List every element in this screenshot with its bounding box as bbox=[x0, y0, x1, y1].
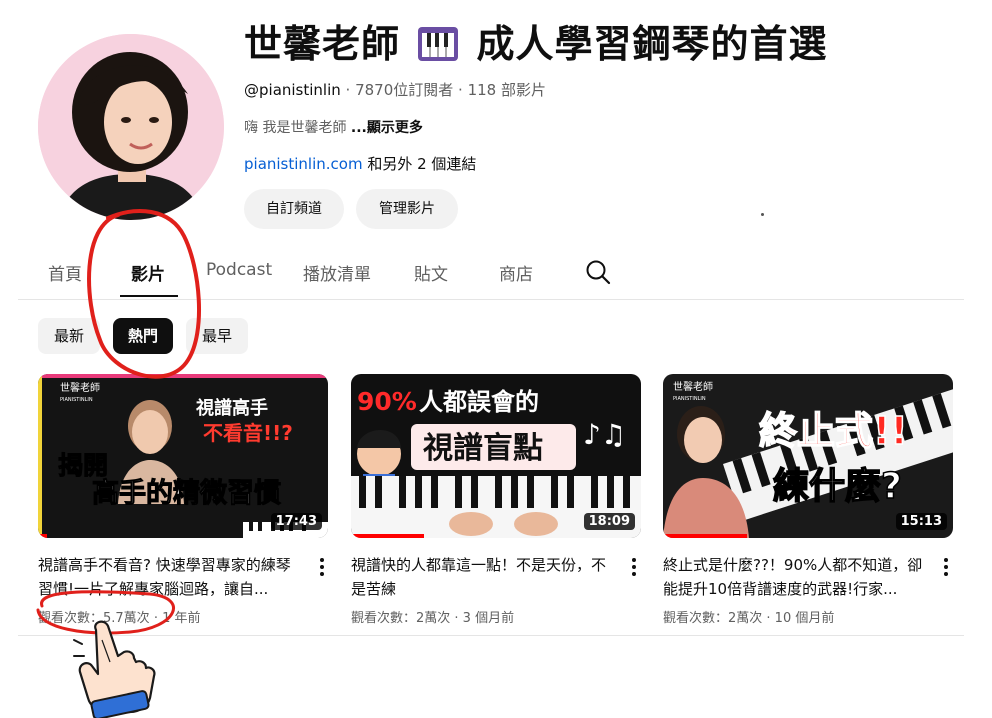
video-duration: 15:13 bbox=[895, 513, 947, 530]
watch-progress-bar bbox=[351, 534, 424, 538]
watch-progress-bar bbox=[663, 534, 748, 538]
video-meta: 觀看次數：2萬次 · 10 個月前 bbox=[663, 607, 834, 626]
channel-website-link[interactable]: pianistinlin.com bbox=[244, 155, 363, 173]
svg-text:♪♫: ♪♫ bbox=[583, 418, 626, 451]
video-thumbnail[interactable]: 世馨老師 PIANISTINLIN 終止式!! 練什麼? 15:13 bbox=[663, 374, 953, 538]
thumb-line1-pct: 90% bbox=[357, 387, 417, 416]
more-links-label[interactable]: 和另外 2 個連結 bbox=[363, 155, 476, 173]
show-more-link[interactable]: ...顯示更多 bbox=[351, 120, 423, 136]
video-duration: 17:43 bbox=[270, 513, 322, 530]
tab-posts[interactable]: 貼文 bbox=[414, 260, 448, 285]
thumb-brand: 世馨老師 bbox=[673, 380, 713, 393]
video-title[interactable]: 視譜高手不看音? 快速學習專家的練琴習慣!一片了解專家腦迴路，讓自... bbox=[38, 553, 300, 601]
channel-tagline: 成人學習鋼琴的首選 bbox=[476, 22, 828, 66]
channel-stats: · 7870位訂閱者 · 118 部影片 bbox=[340, 81, 546, 99]
view-count: 觀看次數：2萬次 bbox=[351, 611, 451, 626]
video-title[interactable]: 終止式是什麼??！90%人都不知道，卻能提升10倍背譜速度的武器!行家... bbox=[663, 553, 925, 601]
view-count: 觀看次數：5.7萬次 bbox=[38, 611, 150, 626]
search-icon[interactable] bbox=[584, 258, 612, 286]
thumb-line1: 終止式!! bbox=[759, 409, 908, 453]
customize-channel-button[interactable]: 自訂頻道 bbox=[244, 189, 344, 229]
sort-chip-popular[interactable]: 熱門 bbox=[113, 318, 173, 354]
video-meta: 觀看次數：2萬次 · 3 個月前 bbox=[351, 607, 514, 626]
thumb-brand-en: PIANISTINLIN bbox=[60, 397, 93, 403]
more-options-icon[interactable] bbox=[316, 558, 328, 578]
upload-age: · 3 個月前 bbox=[450, 611, 515, 626]
channel-links[interactable]: pianistinlin.com 和另外 2 個連結 bbox=[244, 153, 476, 174]
view-count: 觀看次數：2萬次 bbox=[663, 611, 763, 626]
channel-handle: @pianistinlin bbox=[244, 81, 341, 99]
upload-age: · 1 年前 bbox=[149, 611, 201, 626]
video-meta: 觀看次數：5.7萬次 · 1 年前 bbox=[38, 607, 201, 626]
tabs-divider bbox=[18, 299, 964, 300]
thumb-brand-en: PIANISTINLIN bbox=[673, 396, 706, 402]
channel-meta: @pianistinlin · 7870位訂閱者 · 118 部影片 bbox=[244, 79, 546, 100]
channel-avatar[interactable] bbox=[38, 34, 224, 220]
video-thumbnail[interactable]: ♪♫ 90% 人都誤會的 視譜盲點 18:09 bbox=[351, 374, 641, 538]
upload-age: · 10 個月前 bbox=[762, 611, 835, 626]
channel-description[interactable]: 嗨 我是世馨老師 ...顯示更多 bbox=[244, 117, 423, 137]
section-divider bbox=[18, 635, 964, 636]
active-tab-indicator bbox=[120, 295, 178, 297]
tab-home[interactable]: 首頁 bbox=[48, 260, 82, 285]
tab-videos[interactable]: 影片 bbox=[131, 260, 165, 285]
more-options-icon[interactable] bbox=[940, 558, 952, 578]
thumb-line1-rest: 人都誤會的 bbox=[419, 388, 539, 416]
thumb-line2: 視譜盲點 bbox=[423, 431, 543, 466]
channel-name: 世馨老師 bbox=[244, 22, 401, 66]
thumb-line2: 不看音!!? bbox=[203, 421, 293, 445]
sort-chip-oldest[interactable]: 最早 bbox=[186, 318, 248, 354]
video-title[interactable]: 視譜快的人都靠這一點！不是天份，不是苦練 bbox=[351, 553, 613, 601]
thumb-line3: 揭開 bbox=[58, 451, 108, 480]
watch-progress-bar bbox=[38, 534, 47, 538]
description-text: 嗨 我是世馨老師 bbox=[244, 120, 351, 136]
thumb-line2: 練什麼? bbox=[773, 466, 902, 507]
thumb-line4: 高手的精微習慣 bbox=[92, 477, 281, 509]
piano-icon bbox=[418, 27, 459, 61]
tab-store[interactable]: 商店 bbox=[499, 260, 533, 285]
tab-playlists[interactable]: 播放清單 bbox=[303, 260, 371, 285]
video-duration: 18:09 bbox=[583, 513, 635, 530]
video-thumbnail[interactable]: 世馨老師 PIANISTINLIN 視譜高手 不看音!!? 揭開 高手的精微習慣… bbox=[38, 374, 328, 538]
stray-dot bbox=[761, 213, 764, 216]
channel-title: 世馨老師 成人學習鋼琴的首選 bbox=[244, 14, 828, 74]
thumb-line1: 視譜高手 bbox=[195, 397, 268, 419]
thumb-brand: 世馨老師 bbox=[60, 381, 100, 394]
sort-chip-latest[interactable]: 最新 bbox=[38, 318, 100, 354]
pointing-hand-icon bbox=[73, 620, 156, 718]
more-options-icon[interactable] bbox=[628, 558, 640, 578]
manage-videos-button[interactable]: 管理影片 bbox=[356, 189, 458, 229]
tab-podcast[interactable]: Podcast bbox=[206, 260, 272, 280]
